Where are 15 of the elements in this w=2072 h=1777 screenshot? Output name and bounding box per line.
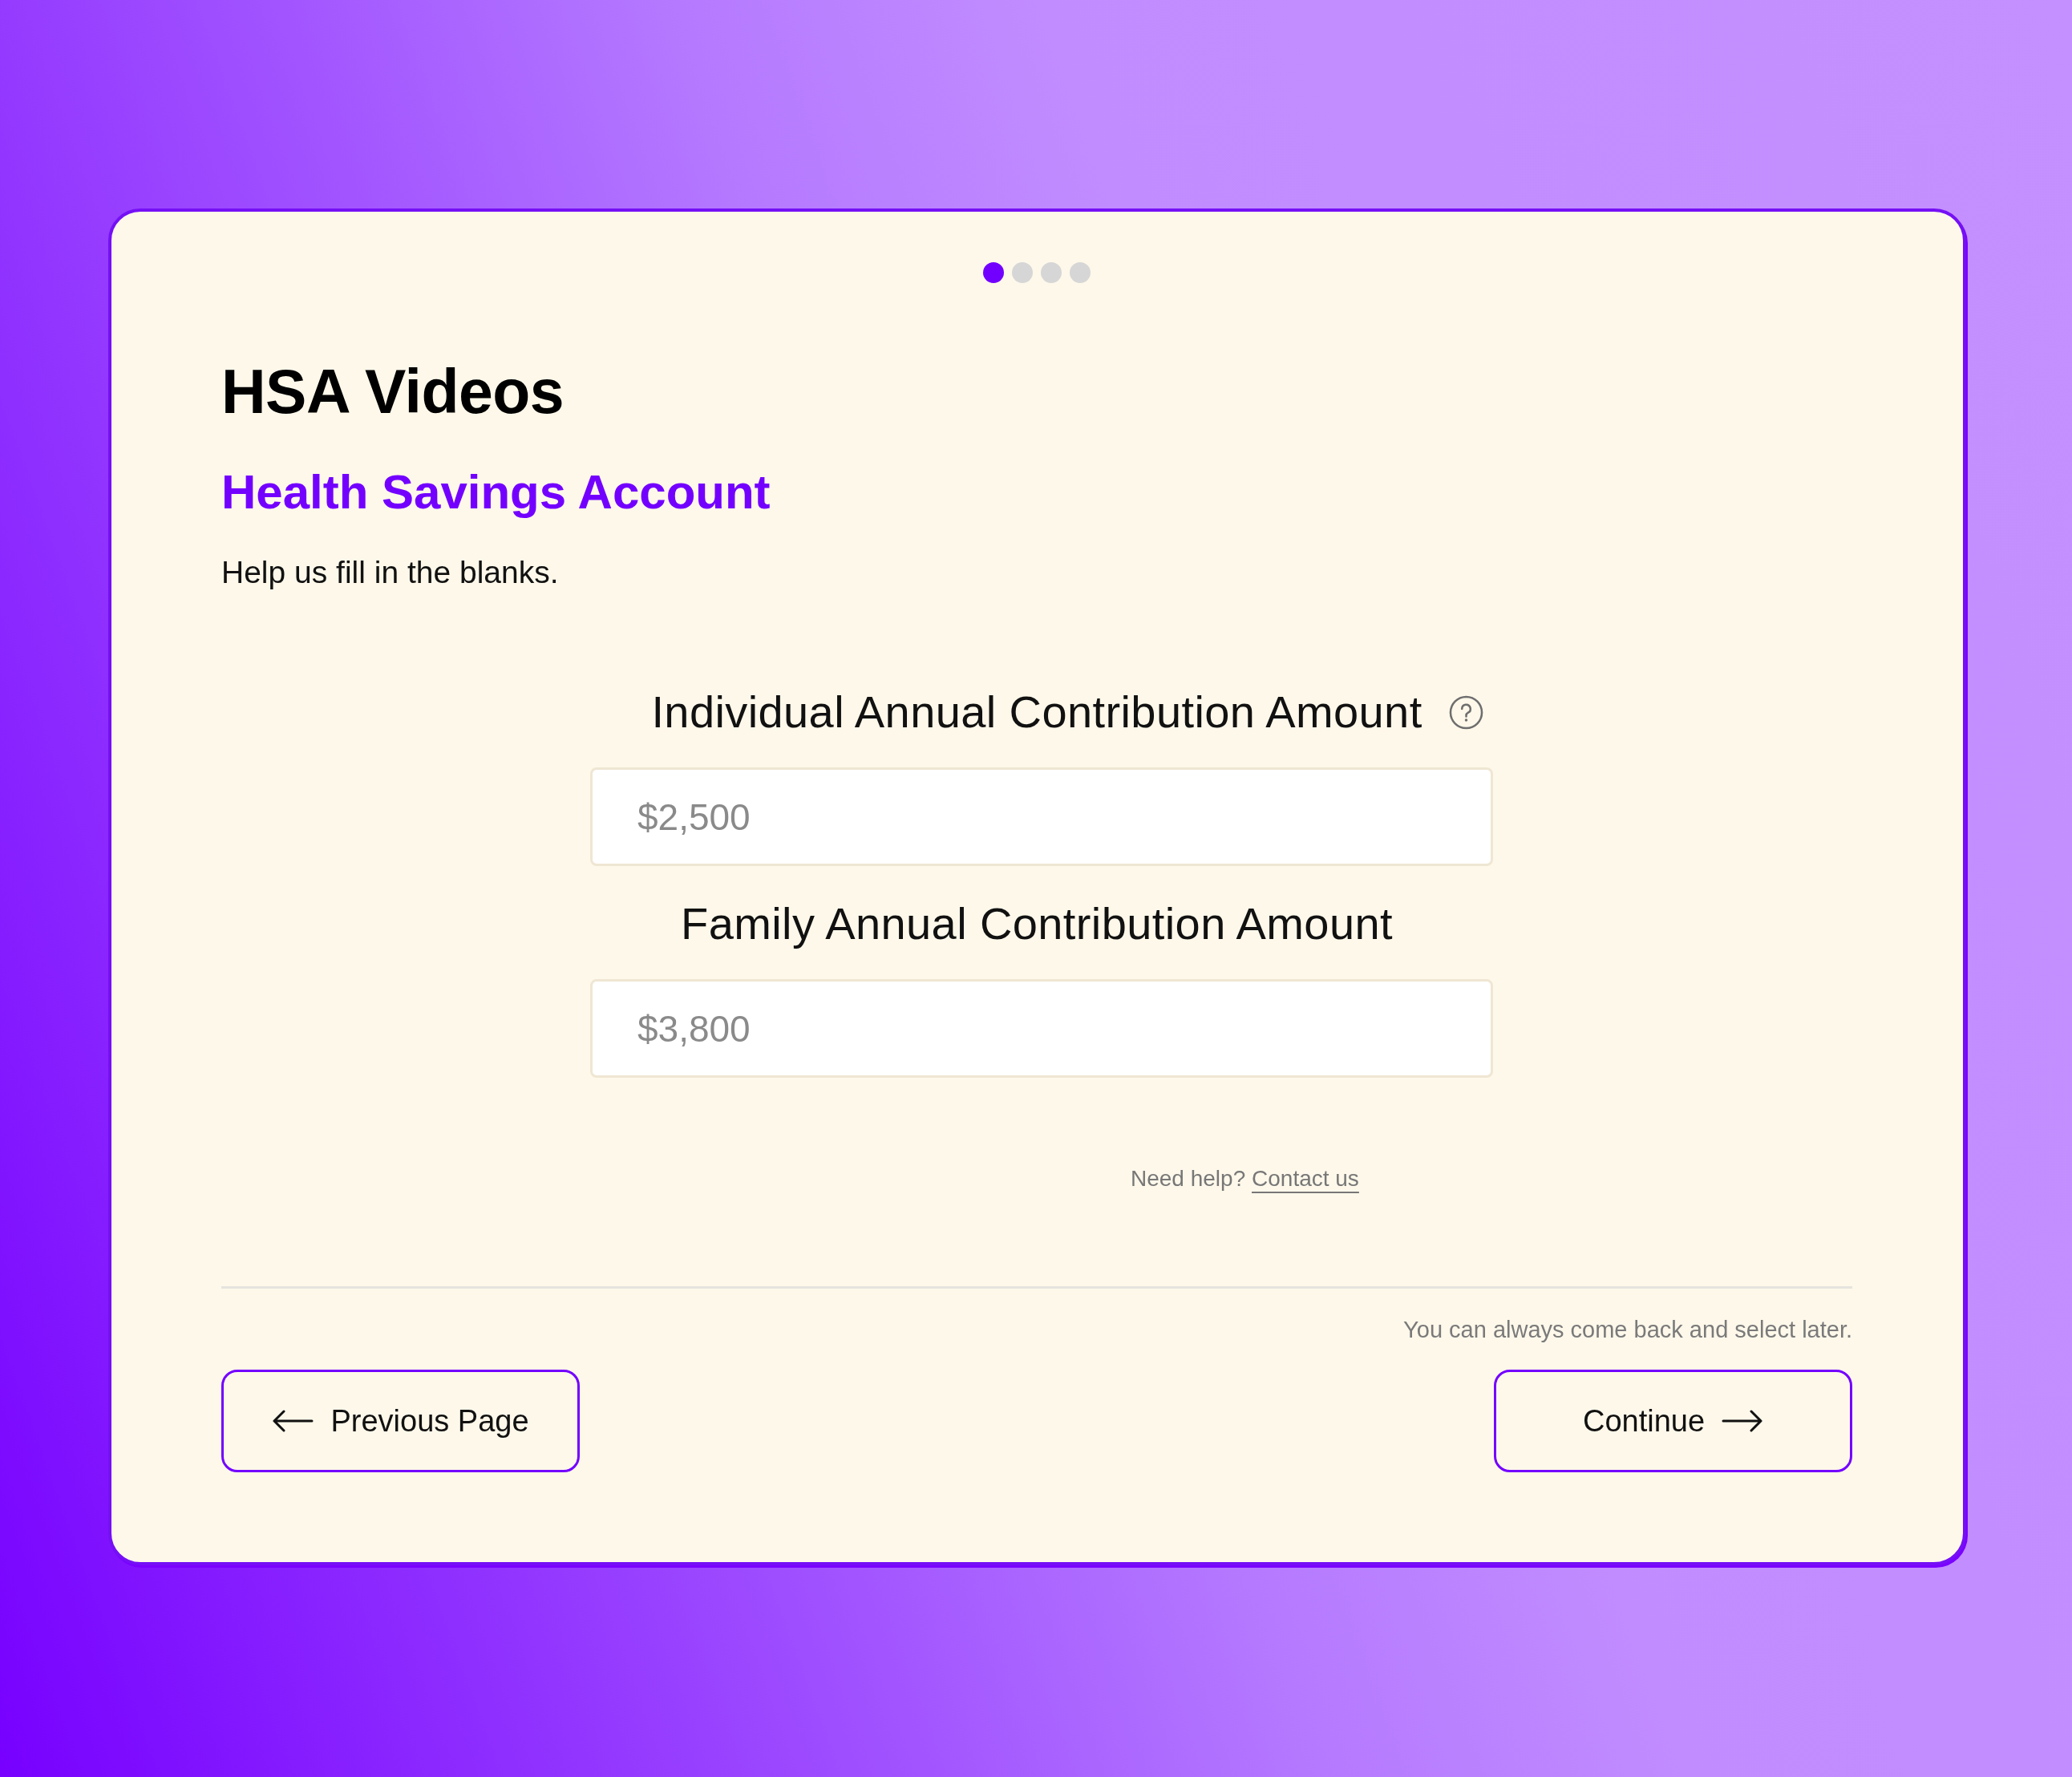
intro-text: Help us fill in the blanks. xyxy=(221,554,560,591)
previous-button[interactable]: Previous Page xyxy=(221,1370,580,1472)
page-title: HSA Videos xyxy=(221,356,565,427)
amount-input[interactable]: $2,500 xyxy=(590,767,1493,866)
footer-note: You can always come back and select later. xyxy=(1403,1316,1852,1344)
amount-input[interactable]: $3,800 xyxy=(590,979,1493,1078)
section-subtitle: Health Savings Account xyxy=(221,464,771,520)
help-text: Need help? Contact us xyxy=(1131,1165,1359,1192)
arrow-right-icon xyxy=(1722,1409,1764,1433)
help-icon[interactable] xyxy=(1448,694,1483,730)
continue-button[interactable]: Continue xyxy=(1494,1370,1852,1472)
field-label: Family Annual Contribution Amount xyxy=(681,898,1393,949)
field-label: Individual Annual Contribution Amount xyxy=(651,686,1422,738)
contact-link[interactable]: Contact us xyxy=(1252,1166,1359,1191)
arrow-left-icon xyxy=(272,1409,314,1433)
